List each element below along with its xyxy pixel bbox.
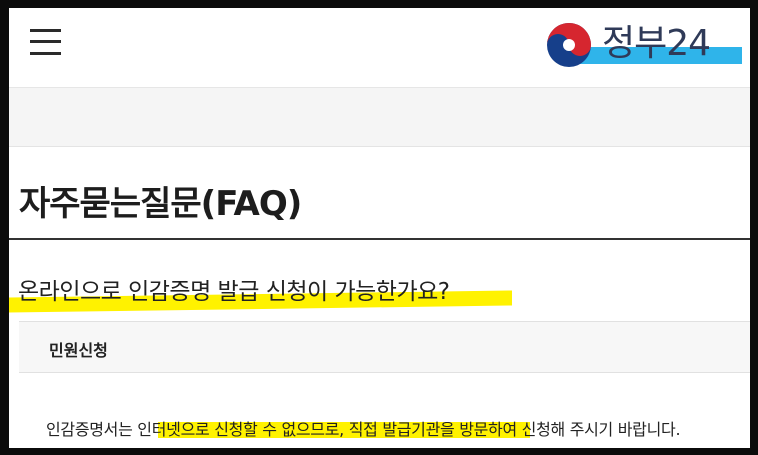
logo-text: 정부24 — [602, 23, 711, 64]
gov24-logo[interactable]: 정부24 — [546, 20, 746, 70]
faq-answer-text: 인감증명서는 인터넷으로 신청할 수 없으므로, 직접 발급기관을 방문하여 신… — [46, 420, 681, 439]
page-frame: 정부24 자주묻는질문(FAQ) 온라인으로 인감증명 발급 신청이 가능한가요… — [9, 8, 750, 448]
faq-question[interactable]: 온라인으로 인감증명 발급 신청이 가능한가요? — [9, 270, 529, 320]
taegeuk-emblem-icon — [547, 23, 591, 67]
menu-bar — [30, 29, 61, 32]
sub-header-band — [9, 88, 750, 147]
menu-bar — [30, 40, 61, 43]
faq-question-text: 온라인으로 인감증명 발급 신청이 가능한가요? — [18, 279, 450, 305]
title-divider — [9, 238, 750, 240]
faq-answer: 인감증명서는 인터넷으로 신청할 수 없으므로, 직접 발급기관을 방문하여 신… — [46, 412, 750, 442]
faq-category-label: 민원신청 — [49, 341, 108, 360]
page-title: 자주묻는질문(FAQ) — [19, 184, 302, 224]
menu-bar — [30, 52, 61, 55]
faq-category-box: 민원신청 — [19, 321, 750, 373]
site-header: 정부24 — [9, 8, 750, 88]
hamburger-menu-icon[interactable] — [30, 28, 62, 56]
